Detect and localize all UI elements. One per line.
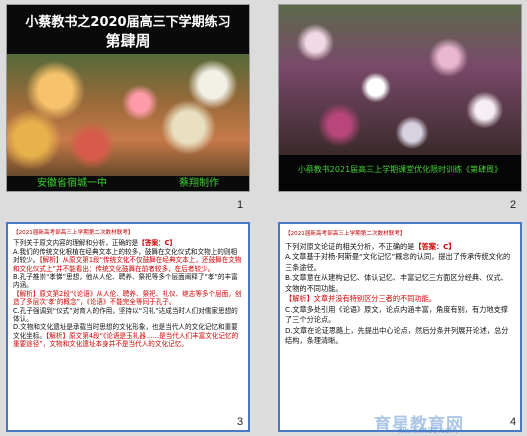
option-b: B.文章意在从建构记忆、体认记忆、丰富记忆三方面区分经典、仪式、文物的不同功能。: [285, 273, 508, 293]
option-c: C.孔子强调到“仪式”对育人的作用，坚持以“习礼”达成当时人们对儒家思想的体认。: [13, 306, 238, 324]
answer-tag: 【答案：C】: [414, 241, 456, 251]
option-a: A.文章基于对杨·阿斯曼“文化记忆”概念的认同，提出了传承传统文化的三条途径。: [285, 252, 511, 272]
answer-tag: 【答案：C】: [138, 239, 177, 248]
slide-number-4: 4: [510, 416, 517, 428]
option-b: B.孔子推崇“孝悌”思想，他从人伦、聘养、祭祀等多个层面阐释了“孝”的丰富内涵。: [13, 273, 238, 290]
question-text: 下列对原文论证的相关分析，不正确的是: [285, 241, 415, 251]
slide-thumbnail-1[interactable]: 小蔡教书之2020届高三下学期练习 第肆周 安徽省宿城一中 蔡翔制作: [6, 4, 250, 192]
slide2-caption: 小蔡教书2021届高三上学期课堂优化限时训练《第肆周》: [297, 165, 503, 174]
slide-number-2: 2: [510, 199, 517, 211]
option-c: C.文章多处引用《论语》原文，论点内涵丰富，角度有别，有力地支撑了三个分论点。: [285, 304, 508, 325]
slide-thumbnail-2[interactable]: 小蔡教书2021届高三上学期课堂优化限时训练《第肆周》: [278, 4, 522, 192]
option-b-analysis: 【解析】文章并没有特别区分三者的不同功能。: [285, 294, 436, 303]
watermark-url: www.ht88.com: [398, 426, 458, 435]
slide1-footer: 安徽省宿城一中 蔡翔制作: [7, 174, 249, 189]
blossom-image: [279, 5, 521, 155]
option-d-analysis: 【解析】原文第4段“《论语是玉礼器……是当代人们丰富文化记忆的重要途径”，文物和…: [13, 331, 239, 349]
option-d: D.文章在论证思路上，先提出中心论点，然后分条并列展开论述，总分结构，条理清晰。: [285, 325, 509, 346]
author-credit: 蔡翔制作: [179, 178, 219, 189]
slide-thumbnail-4[interactable]: 【2021届新高考部高三上学期第二次数材联考】 下列对原文论证的相关分析，不正确…: [278, 222, 522, 432]
slide3-header: 【2021届新高考部高三上学期第二次数材联考】: [13, 230, 134, 236]
question-text: 下列关于原文内容的理解和分析，正确的是: [13, 239, 139, 248]
option-b-analysis: 【解析】原文第2段“《论语》从人伦、聘养、祭祀、礼仪、继志等多个层面，创造了多层…: [13, 289, 242, 307]
slide4-header: 【2021届新高考部高三上学期第二次数材联考】: [285, 231, 406, 237]
slide-number-1: 1: [237, 199, 244, 211]
slide1-subtitle: 第肆周: [105, 32, 151, 50]
slide-thumbnail-3[interactable]: 【2021届新高考部高三上学期第二次数材联考】 下列关于原文内容的理解和分析，正…: [6, 222, 250, 432]
option-a-analysis: 【解析】从原文第1段“传统文化不仅鼓舞在经典文本上，还鼓舞在文物和文化仪式上”并…: [13, 256, 242, 273]
school-name: 安徽省宿城一中: [37, 178, 107, 189]
slide1-title: 小蔡教书之2020届高三下学期练习: [25, 15, 231, 30]
flower-field-image: [7, 54, 249, 176]
slide-number-3: 3: [237, 416, 244, 428]
